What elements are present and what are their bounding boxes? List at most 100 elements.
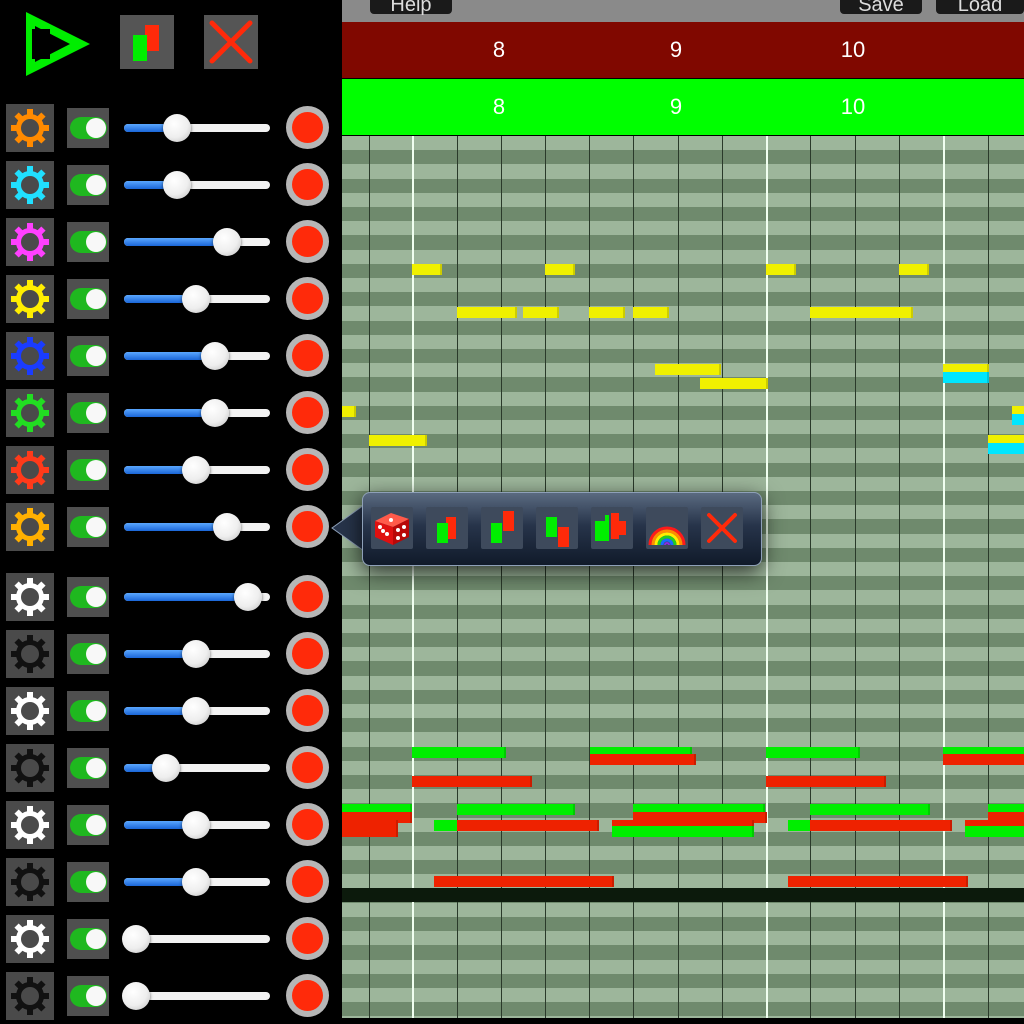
volume-slider[interactable] [122, 503, 270, 551]
pattern-split-button[interactable] [591, 507, 633, 549]
instrument-settings-button[interactable] [6, 972, 54, 1020]
clear-button[interactable] [204, 15, 258, 69]
slider-thumb[interactable] [152, 754, 180, 782]
note-block[interactable] [788, 876, 968, 887]
record-button[interactable] [286, 803, 329, 846]
rainbow-button[interactable] [646, 507, 688, 549]
track-enable-toggle[interactable] [70, 700, 107, 722]
track-enable-toggle[interactable] [70, 814, 107, 836]
track-enable-toggle[interactable] [70, 928, 107, 950]
note-grid[interactable] [342, 136, 1024, 1018]
volume-slider[interactable] [122, 104, 270, 152]
instrument-settings-button[interactable] [6, 104, 54, 152]
slider-thumb[interactable] [182, 811, 210, 839]
instrument-settings-button[interactable] [6, 630, 54, 678]
record-button[interactable] [286, 220, 329, 263]
note-block[interactable] [457, 804, 575, 815]
instrument-settings-button[interactable] [6, 446, 54, 494]
track-enable-toggle[interactable] [70, 459, 107, 481]
track-enable-toggle[interactable] [70, 288, 107, 310]
instrument-settings-button[interactable] [6, 332, 54, 380]
bar-ruler-bottom[interactable]: 8 9 10 1 [342, 79, 1024, 135]
track-enable-toggle[interactable] [70, 757, 107, 779]
note-block[interactable] [369, 435, 427, 446]
volume-slider[interactable] [122, 218, 270, 266]
note-block[interactable] [589, 307, 625, 318]
slider-thumb[interactable] [182, 285, 210, 313]
volume-slider[interactable] [122, 389, 270, 437]
record-button[interactable] [286, 917, 329, 960]
note-block[interactable] [766, 776, 886, 787]
record-button[interactable] [286, 448, 329, 491]
note-block[interactable] [655, 364, 721, 375]
note-block[interactable] [412, 747, 506, 758]
pattern-a-button[interactable] [426, 507, 468, 549]
record-button[interactable] [286, 746, 329, 789]
note-block[interactable] [457, 820, 599, 831]
slider-thumb[interactable] [201, 399, 230, 427]
copy-pattern-button[interactable] [120, 15, 174, 69]
help-button[interactable]: Help [370, 0, 452, 16]
volume-slider[interactable] [122, 332, 270, 380]
track-enable-toggle[interactable] [70, 174, 107, 196]
track-enable-toggle[interactable] [70, 643, 107, 665]
slider-thumb[interactable] [182, 640, 210, 668]
note-block[interactable] [943, 372, 989, 383]
volume-slider[interactable] [122, 446, 270, 494]
record-button[interactable] [286, 334, 329, 377]
instrument-settings-button[interactable] [6, 389, 54, 437]
record-button[interactable] [286, 689, 329, 732]
track-enable-toggle[interactable] [70, 516, 107, 538]
volume-slider[interactable] [122, 744, 270, 792]
instrument-settings-button[interactable] [6, 915, 54, 963]
record-button[interactable] [286, 163, 329, 206]
note-block[interactable] [943, 754, 1024, 765]
track-enable-toggle[interactable] [70, 345, 107, 367]
volume-slider[interactable] [122, 915, 270, 963]
instrument-settings-button[interactable] [6, 275, 54, 323]
volume-slider[interactable] [122, 858, 270, 906]
randomize-button[interactable] [371, 507, 413, 549]
slider-thumb[interactable] [162, 114, 191, 142]
slider-thumb[interactable] [201, 342, 230, 370]
note-block[interactable] [434, 876, 614, 887]
record-button[interactable] [286, 575, 329, 618]
track-enable-toggle[interactable] [70, 402, 107, 424]
note-block[interactable] [479, 307, 517, 318]
volume-slider[interactable] [122, 801, 270, 849]
note-block[interactable] [523, 307, 559, 318]
note-block[interactable] [412, 776, 532, 787]
instrument-settings-button[interactable] [6, 858, 54, 906]
note-block[interactable] [988, 443, 1024, 454]
load-button[interactable]: Load [936, 0, 1024, 16]
record-button[interactable] [286, 277, 329, 320]
track-enable-toggle[interactable] [70, 871, 107, 893]
volume-slider[interactable] [122, 573, 270, 621]
volume-slider[interactable] [122, 161, 270, 209]
instrument-settings-button[interactable] [6, 573, 54, 621]
slider-thumb[interactable] [122, 925, 150, 953]
note-block[interactable] [899, 264, 929, 275]
save-button[interactable]: Save [840, 0, 922, 16]
slider-thumb[interactable] [182, 868, 210, 896]
slider-thumb[interactable] [233, 583, 262, 611]
note-block[interactable] [1012, 414, 1024, 425]
play-button[interactable] [20, 8, 96, 80]
slider-thumb[interactable] [182, 456, 210, 484]
pattern-shift-down-button[interactable] [536, 507, 578, 549]
slider-thumb[interactable] [162, 171, 191, 199]
note-block[interactable] [633, 307, 669, 318]
instrument-settings-button[interactable] [6, 218, 54, 266]
record-button[interactable] [286, 632, 329, 675]
slider-thumb[interactable] [213, 513, 242, 541]
note-block[interactable] [590, 754, 696, 765]
record-button[interactable] [286, 505, 329, 548]
volume-slider[interactable] [122, 687, 270, 735]
note-block[interactable] [766, 264, 796, 275]
slider-thumb[interactable] [182, 697, 210, 725]
volume-slider[interactable] [122, 630, 270, 678]
note-block[interactable] [545, 264, 575, 275]
note-block[interactable] [412, 264, 442, 275]
track-enable-toggle[interactable] [70, 117, 107, 139]
pattern-shift-up-button[interactable] [481, 507, 523, 549]
